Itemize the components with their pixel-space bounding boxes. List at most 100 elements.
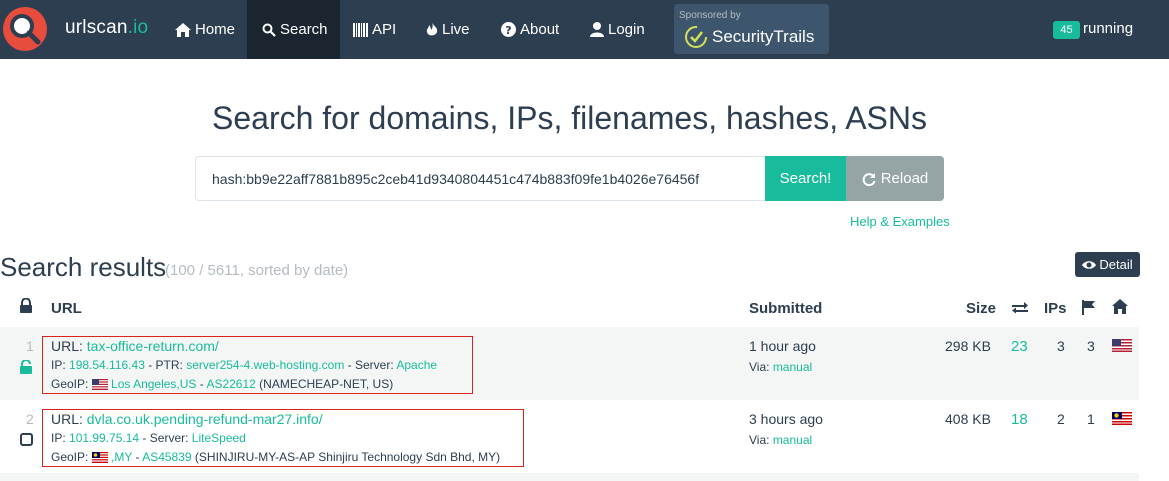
nav-search-label: Search <box>280 21 328 38</box>
flag-icon <box>1082 300 1095 315</box>
row-number: 2 <box>26 411 34 427</box>
geoip-label: GeoIP: <box>51 377 89 391</box>
separator: - <box>132 450 143 464</box>
via-line: Via: manual <box>749 360 812 374</box>
running-count-badge[interactable]: 45 <box>1053 21 1080 39</box>
sponsor-label: Sponsored by <box>679 10 741 21</box>
nav-search[interactable]: Search <box>247 0 340 59</box>
nav-api-label: API <box>372 21 397 38</box>
column-header-url[interactable]: URL <box>51 300 82 317</box>
submitted-time: 1 hour ago <box>749 338 816 354</box>
ips-count: 3 <box>1057 338 1065 354</box>
ptr-label: PTR: <box>155 358 183 372</box>
nav-about[interactable]: ? About <box>501 0 567 59</box>
nav-home-label: Home <box>195 21 236 38</box>
ptr-link[interactable]: server254-4.web-hosting.com <box>186 358 344 372</box>
url-highlight-box: URL: tax-office-return.com/ IP: 198.54.1… <box>42 336 473 394</box>
separator: - <box>196 377 207 391</box>
separator: - <box>139 431 150 445</box>
ip-line: IP: 198.54.116.43 - PTR: server254-4.web… <box>51 356 472 375</box>
asn-link[interactable]: AS22612 <box>206 377 255 391</box>
nav-about-label: About <box>520 21 560 38</box>
my-flag-icon <box>91 452 108 463</box>
reload-label: Reload <box>880 170 929 187</box>
nav-login[interactable]: Login <box>590 0 652 59</box>
nav-api[interactable]: API <box>353 0 403 59</box>
url-label: URL: <box>51 411 83 427</box>
table-row[interactable]: 2 URL: dvla.co.uk.pending-refund-mar27.i… <box>0 400 1139 473</box>
url-highlight-box: URL: dvla.co.uk.pending-refund-mar27.inf… <box>42 409 524 467</box>
url-link[interactable]: dvla.co.uk.pending-refund-mar27.info/ <box>87 411 323 427</box>
detail-button[interactable]: Detail <box>1075 252 1140 277</box>
sponsor-banner[interactable]: Sponsored by SecurityTrails <box>674 4 829 54</box>
url-line: URL: tax-office-return.com/ <box>51 337 472 356</box>
top-navbar: urlscan.io Home Search API Live ? About … <box>0 0 1169 59</box>
countries-count: 3 <box>1087 338 1095 354</box>
table-row[interactable]: 1 URL: tax-office-return.com/ IP: 198.54… <box>0 327 1139 400</box>
via-link[interactable]: manual <box>773 433 812 447</box>
home-icon <box>175 22 191 37</box>
search-input[interactable] <box>195 156 765 201</box>
geoip-location-link[interactable]: ,MY <box>111 450 132 464</box>
checkmark-circle-icon <box>685 26 707 48</box>
nav-login-label: Login <box>608 21 645 38</box>
server-label: Server: <box>149 431 189 445</box>
ip-line: IP: 101.99.75.14 - Server: LiteSpeed <box>51 429 523 448</box>
ips-count: 2 <box>1057 411 1065 427</box>
size-value: 298 KB <box>945 338 991 354</box>
house-icon <box>1112 299 1128 314</box>
submitted-time: 3 hours ago <box>749 411 823 427</box>
requests-count[interactable]: 18 <box>1011 411 1028 428</box>
via-label: Via: <box>749 433 770 447</box>
geoip-location-link[interactable]: Los Angeles,US <box>111 377 196 391</box>
reload-button[interactable]: Reload <box>846 156 944 201</box>
ip-label: IP: <box>51 431 66 445</box>
detail-label: Detail <box>1099 257 1133 272</box>
column-header-size[interactable]: Size <box>966 300 996 317</box>
size-value: 408 KB <box>945 411 991 427</box>
server-link[interactable]: LiteSpeed <box>192 431 246 445</box>
requests-count[interactable]: 23 <box>1011 338 1028 355</box>
fire-icon <box>426 22 438 36</box>
us-flag-icon <box>91 379 108 390</box>
unlocked-icon <box>20 360 32 374</box>
sponsor-name: SecurityTrails <box>712 27 815 46</box>
nav-live[interactable]: Live <box>426 0 478 59</box>
geoip-label: GeoIP: <box>51 450 89 464</box>
ip-link[interactable]: 198.54.116.43 <box>69 358 145 372</box>
help-examples-link[interactable]: Help & Examples <box>850 214 950 229</box>
brand-suffix: .io <box>127 17 149 38</box>
results-meta: (100 / 5611, sorted by date) <box>165 262 349 279</box>
running-label[interactable]: running <box>1083 20 1133 37</box>
ip-link[interactable]: 101.99.75.14 <box>69 431 139 445</box>
url-link[interactable]: tax-office-return.com/ <box>87 338 219 354</box>
magnifier-logo-icon[interactable] <box>3 7 47 51</box>
asn-link[interactable]: AS45839 <box>142 450 191 464</box>
via-line: Via: manual <box>749 433 812 447</box>
server-label: Server: <box>354 358 394 372</box>
svg-text:?: ? <box>505 24 511 37</box>
column-header-ips[interactable]: IPs <box>1044 300 1067 317</box>
search-button[interactable]: Search! <box>765 156 846 201</box>
eye-icon <box>1082 260 1097 269</box>
server-link[interactable]: Apache <box>396 358 437 372</box>
nav-home[interactable]: Home <box>172 0 238 59</box>
url-line: URL: dvla.co.uk.pending-refund-mar27.inf… <box>51 410 523 429</box>
brand-name[interactable]: urlscan.io <box>65 17 148 39</box>
my-flag-icon <box>1112 412 1132 425</box>
user-icon <box>590 22 604 37</box>
question-circle-icon: ? <box>501 22 516 37</box>
separator: - <box>144 358 156 372</box>
via-link[interactable]: manual <box>773 360 812 374</box>
exchange-icon <box>1012 302 1028 314</box>
lock-icon <box>20 298 32 313</box>
page-headline: Search for domains, IPs, filenames, hash… <box>212 100 927 136</box>
checkbox-icon[interactable] <box>20 433 33 446</box>
row-number: 1 <box>26 338 34 354</box>
barcode-icon <box>353 22 368 37</box>
geoip-line: GeoIP: ,MY - AS45839 (SHINJIRU-MY-AS-AP … <box>51 448 523 467</box>
ip-label: IP: <box>51 358 66 372</box>
column-header-submitted[interactable]: Submitted <box>749 300 822 317</box>
next-row-edge <box>0 473 1139 481</box>
separator: - <box>344 358 355 372</box>
